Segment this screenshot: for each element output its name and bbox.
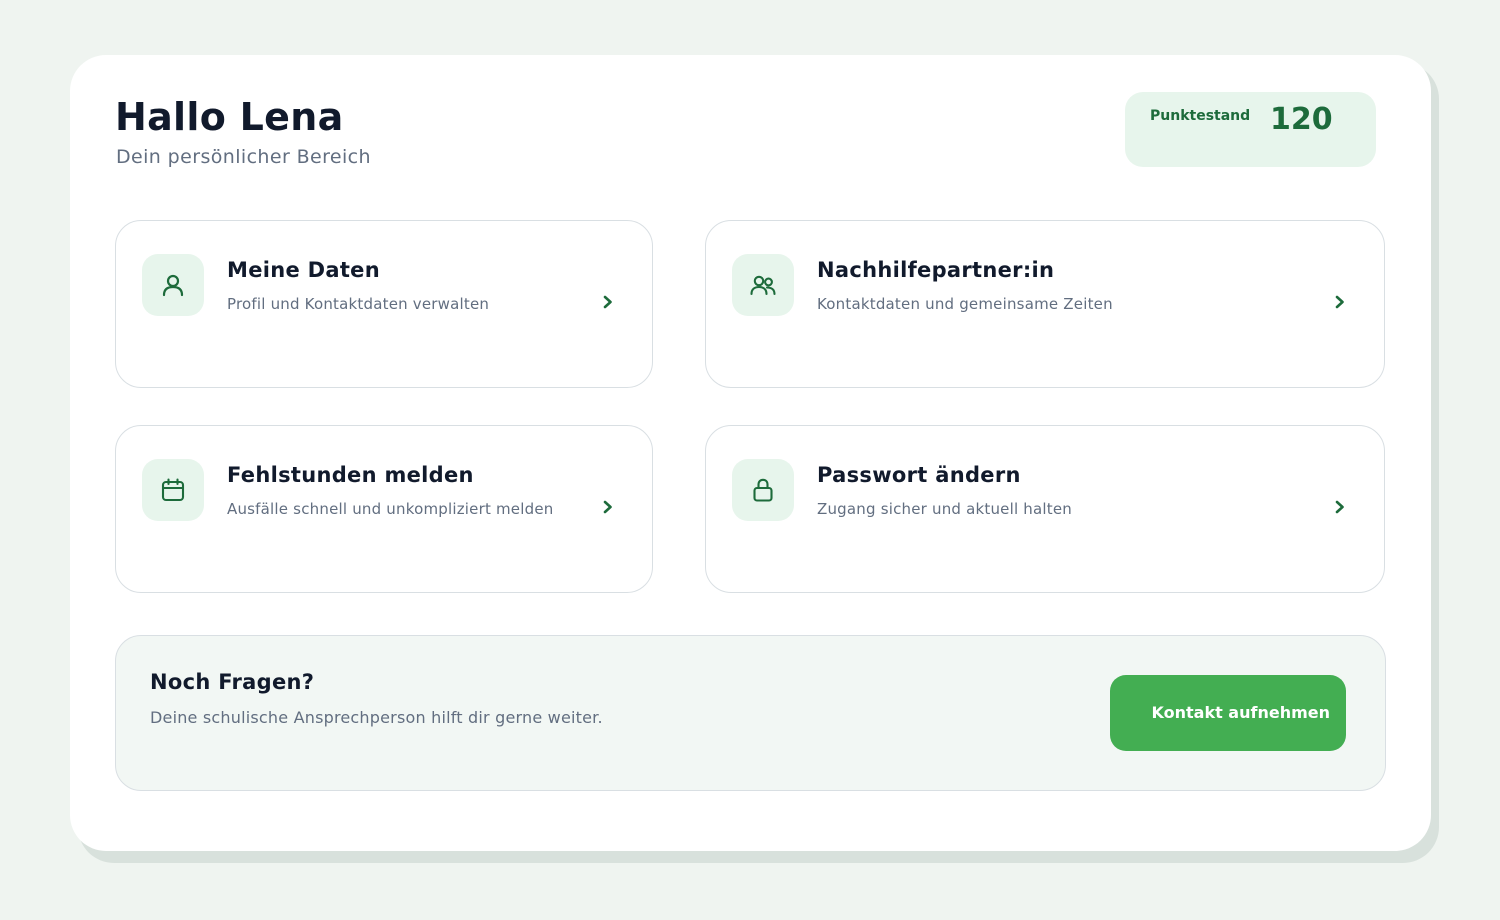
points-value: 120 bbox=[1270, 102, 1333, 137]
tile-title: Meine Daten bbox=[227, 258, 380, 282]
calendar-icon bbox=[142, 459, 204, 521]
tile-meine-daten[interactable]: Meine Daten Profil und Kontaktdaten verw… bbox=[115, 220, 653, 388]
chevron-right-icon bbox=[603, 500, 612, 514]
tile-title: Fehlstunden melden bbox=[227, 463, 474, 487]
points-badge: Punktestand 120 bbox=[1125, 92, 1376, 167]
tile-nachhilfepartner[interactable]: Nachhilfepartner:in Kontaktdaten und gem… bbox=[705, 220, 1385, 388]
help-text: Deine schulische Ansprechperson hilft di… bbox=[150, 708, 603, 727]
page-title: Hallo Lena bbox=[115, 95, 344, 139]
chevron-right-icon bbox=[603, 295, 612, 309]
tile-description: Ausfälle schnell und unkompliziert melde… bbox=[227, 500, 554, 518]
tile-fehlstunden-melden[interactable]: Fehlstunden melden Ausfälle schnell und … bbox=[115, 425, 653, 593]
points-label: Punktestand bbox=[1150, 108, 1251, 124]
people-icon bbox=[732, 254, 794, 316]
page-subtitle: Dein persönlicher Bereich bbox=[116, 146, 371, 168]
chevron-right-icon bbox=[1335, 295, 1344, 309]
tile-title: Passwort ändern bbox=[817, 463, 1021, 487]
dashboard-card: Hallo Lena Dein persönlicher Bereich Pun… bbox=[70, 55, 1431, 851]
tile-description: Profil und Kontaktdaten verwalten bbox=[227, 295, 490, 313]
help-title: Noch Fragen? bbox=[150, 670, 315, 694]
chevron-right-icon bbox=[1335, 500, 1344, 514]
tile-description: Zugang sicher und aktuell halten bbox=[817, 500, 1072, 518]
lock-icon bbox=[732, 459, 794, 521]
tile-title: Nachhilfepartner:in bbox=[817, 258, 1055, 282]
tile-passwort-aendern[interactable]: Passwort ändern Zugang sicher und aktuel… bbox=[705, 425, 1385, 593]
user-icon bbox=[142, 254, 204, 316]
contact-button[interactable]: Kontakt aufnehmen bbox=[1110, 675, 1346, 751]
help-panel: Noch Fragen? Deine schulische Ansprechpe… bbox=[115, 635, 1386, 791]
tile-description: Kontaktdaten und gemeinsame Zeiten bbox=[817, 295, 1113, 313]
